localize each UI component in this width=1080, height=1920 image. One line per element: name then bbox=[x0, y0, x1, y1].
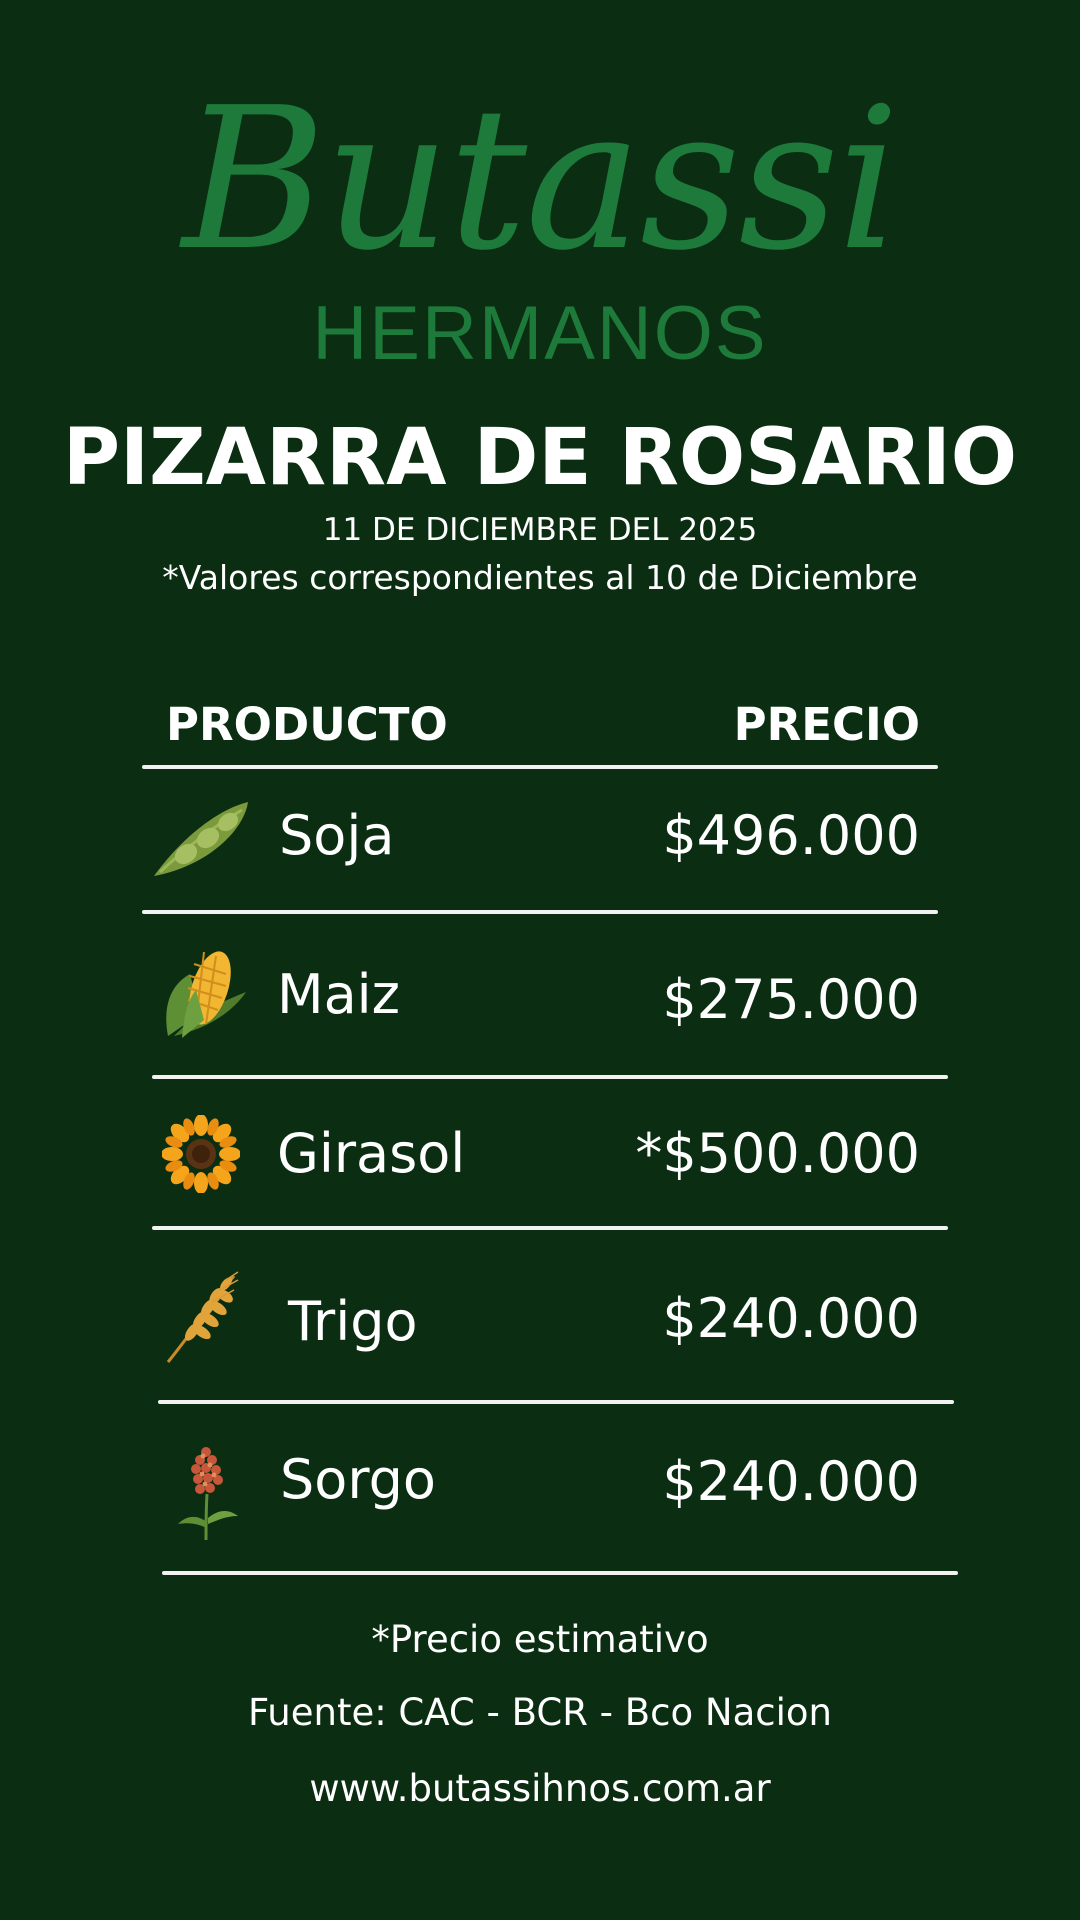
page-title: PIZARRA DE ROSARIO bbox=[62, 413, 1018, 503]
product-price: $240.000 bbox=[662, 1287, 920, 1350]
column-header-price: PRECIO bbox=[733, 698, 920, 751]
values-note: *Valores correspondientes al 10 de Dicie… bbox=[162, 558, 918, 597]
website-link[interactable]: www.butassihnos.com.ar bbox=[0, 1765, 1080, 1813]
source-label: Fuente: CAC - BCR - Bco Nacion bbox=[248, 1691, 832, 1734]
product-name: Trigo bbox=[288, 1290, 418, 1353]
row-divider bbox=[158, 1400, 954, 1404]
row-divider bbox=[162, 1571, 958, 1575]
row-divider bbox=[152, 1075, 948, 1079]
soybean-pod-icon bbox=[154, 802, 248, 876]
product-name: Girasol bbox=[277, 1122, 466, 1185]
sorghum-icon bbox=[178, 1447, 238, 1540]
row-divider bbox=[142, 910, 938, 914]
product-name: Maiz bbox=[277, 963, 401, 1026]
product-price: $496.000 bbox=[662, 804, 920, 867]
wheat-icon bbox=[166, 1271, 239, 1363]
estimate-footnote: *Precio estimativo bbox=[371, 1618, 709, 1661]
product-name: Soja bbox=[279, 804, 395, 867]
sunflower-icon bbox=[162, 1115, 240, 1193]
product-price: *$500.000 bbox=[635, 1122, 920, 1185]
corn-icon bbox=[166, 951, 246, 1038]
brand-logo-subtitle: HERMANOS bbox=[312, 291, 768, 376]
product-price: $240.000 bbox=[662, 1450, 920, 1513]
row-divider bbox=[152, 1226, 948, 1230]
brand-logo: Butassi bbox=[182, 66, 900, 294]
date-label: 11 DE DICIEMBRE DEL 2025 bbox=[322, 512, 758, 548]
product-name: Sorgo bbox=[280, 1448, 436, 1511]
column-header-product: PRODUCTO bbox=[166, 698, 448, 751]
product-price: $275.000 bbox=[662, 968, 920, 1031]
header-divider bbox=[142, 765, 938, 769]
